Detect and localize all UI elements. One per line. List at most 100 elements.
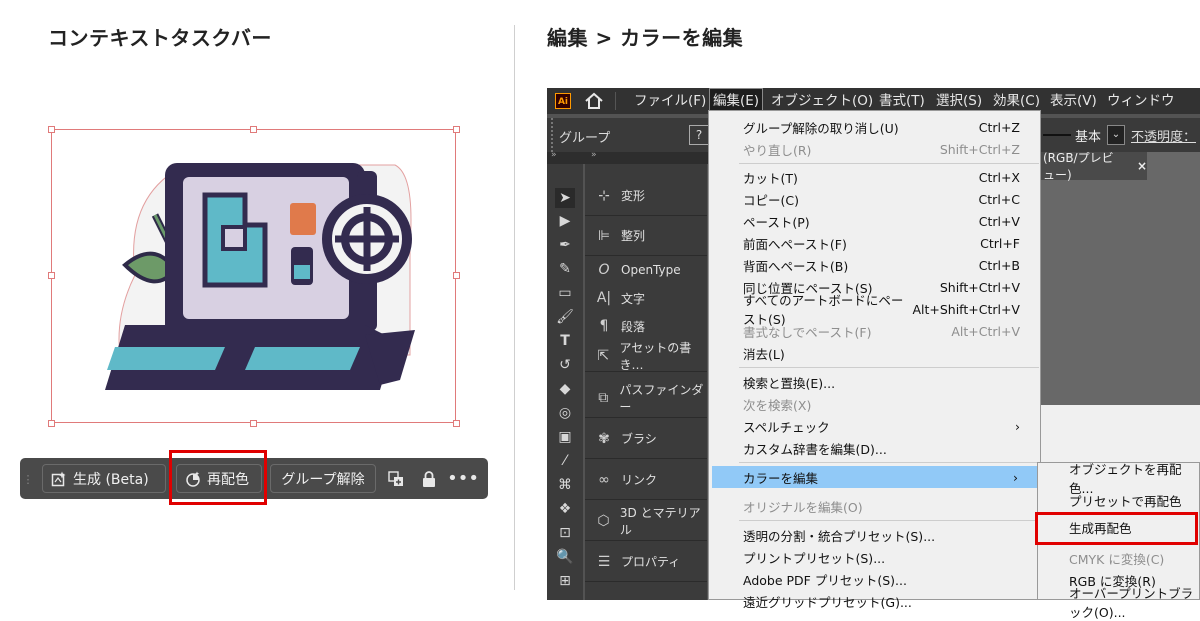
menu-edit-custom-dictionary[interactable]: カスタム辞書を編集(D)... xyxy=(709,437,1040,459)
3d-cube-icon: ⬡ xyxy=(597,512,610,529)
group-objects-icon[interactable] xyxy=(386,469,406,489)
document-tab-title: (RGB/プレビュー) xyxy=(1043,151,1114,182)
more-options-icon[interactable]: ••• xyxy=(447,468,479,489)
menu-edit-original-label: オリジナルを編集(O) xyxy=(743,499,863,515)
resize-handle-bottom[interactable] xyxy=(250,420,257,427)
menu-copy-shortcut: Ctrl+C xyxy=(978,191,1020,207)
menu-paste[interactable]: ペースト(P) Ctrl+V xyxy=(709,210,1040,232)
menu-undo-ungroup[interactable]: グループ解除の取り消し(U) Ctrl+Z xyxy=(709,116,1040,138)
panel-align[interactable]: ⊫ 整列 xyxy=(585,216,707,256)
panel-brushes[interactable]: ✾ ブラシ xyxy=(585,419,707,459)
generate-sparkle-icon xyxy=(51,471,67,487)
menu-perspective-grid-presets[interactable]: 遠近グリッドプリセット(G)... xyxy=(709,590,1040,612)
menu-view[interactable]: 表示(V) xyxy=(1047,88,1100,114)
panel-properties[interactable]: ☰ プロパティ xyxy=(585,542,707,582)
lock-icon[interactable] xyxy=(419,469,439,489)
curvature-tool-icon[interactable]: ✎ xyxy=(555,259,575,279)
help-icon[interactable]: ? xyxy=(689,125,709,145)
resize-handle-bottom-left[interactable] xyxy=(48,420,55,427)
submenu-recolor-artwork[interactable]: オブジェクトを再配色... xyxy=(1038,462,1200,496)
eraser-tool-icon[interactable]: ◆ xyxy=(555,379,575,399)
menu-cut[interactable]: カット(T) Ctrl+X xyxy=(709,166,1040,188)
zoom-tool-icon[interactable]: 🔍 xyxy=(555,547,575,567)
artboard-tool-icon[interactable]: ⊡ xyxy=(555,523,575,543)
submenu-overprint-black[interactable]: オーバープリントブラック(O)... xyxy=(1038,586,1200,620)
submenu-convert-cmyk[interactable]: CMYK に変換(C) xyxy=(1038,547,1200,569)
divider xyxy=(514,25,515,590)
panel-pathfinder[interactable]: ⧉ パスファインダー xyxy=(585,378,707,418)
resize-handle-top[interactable] xyxy=(250,126,257,133)
control-bar-grip[interactable] xyxy=(551,118,557,152)
selection-tool-icon[interactable]: ➤ xyxy=(555,188,575,208)
recolor-highlight-box xyxy=(169,450,267,505)
collapse-toolbar-icon[interactable]: » xyxy=(551,150,557,160)
panel-character[interactable]: A| 文字 xyxy=(585,284,707,312)
menu-edit-colors[interactable]: カラーを編集 › xyxy=(712,466,1038,488)
stroke-preview xyxy=(1043,134,1071,136)
eyedropper-tool-icon[interactable]: ⁄ xyxy=(555,451,575,471)
menu-spelling[interactable]: スペルチェック › xyxy=(709,415,1040,437)
menu-redo[interactable]: やり直し(R) Shift+Ctrl+Z xyxy=(709,138,1040,160)
selection-bounding-box[interactable] xyxy=(51,129,456,423)
panel-3d-materials-label: 3D とマテリアル xyxy=(619,505,701,537)
lasso-tool-icon[interactable]: ◎ xyxy=(555,403,575,423)
submenu-recolor-with-preset[interactable]: プリセットで再配色 xyxy=(1038,489,1200,511)
resize-handle-top-right[interactable] xyxy=(453,126,460,133)
menu-print-presets[interactable]: プリントプリセット(S)... xyxy=(709,546,1040,568)
menu-file[interactable]: ファイル(F) xyxy=(631,88,709,114)
stroke-profile-value: 基本 xyxy=(1075,130,1102,145)
ungroup-button[interactable]: グループ解除 xyxy=(270,464,376,493)
menu-paste-without-formatting[interactable]: 書式なしでペースト(F) Alt+Ctrl+V xyxy=(709,320,1040,342)
close-tab-icon[interactable]: × xyxy=(1137,159,1147,173)
menu-separator xyxy=(739,520,1039,521)
menu-transparency-presets[interactable]: 透明の分割・統合プリセット(S)... xyxy=(709,524,1040,546)
direct-selection-tool-icon[interactable]: ▶ xyxy=(555,211,575,231)
generate-beta-button[interactable]: 生成 (Beta) xyxy=(42,464,166,493)
menu-undo-ungroup-shortcut: Ctrl+Z xyxy=(978,119,1020,135)
resize-handle-bottom-right[interactable] xyxy=(453,420,460,427)
resize-handle-right[interactable] xyxy=(453,272,460,279)
opacity-label[interactable]: 不透明度： xyxy=(1131,126,1196,145)
stroke-profile-dropdown-icon[interactable]: ⌄ xyxy=(1107,125,1125,145)
hand-tool-icon[interactable]: ⊞ xyxy=(555,571,575,591)
symbol-sprayer-tool-icon[interactable]: ❖ xyxy=(555,499,575,519)
document-canvas[interactable] xyxy=(1037,152,1200,405)
pen-tool-icon[interactable]: ✒ xyxy=(555,235,575,255)
resize-handle-left[interactable] xyxy=(48,272,55,279)
menu-pdf-presets[interactable]: Adobe PDF プリセット(S)... xyxy=(709,568,1040,590)
menu-spelling-label: スペルチェック xyxy=(743,419,830,435)
menu-paste-label: ペースト(P) xyxy=(743,214,810,230)
panel-paragraph[interactable]: ¶ 段落 xyxy=(585,312,707,340)
gradient-tool-icon[interactable]: ▣ xyxy=(555,427,575,447)
panel-transform[interactable]: ⊹ 変形 xyxy=(585,176,707,216)
menu-paste-in-front[interactable]: 前面へペースト(F) Ctrl+F xyxy=(709,232,1040,254)
brushes-icon: ✾ xyxy=(598,430,610,447)
type-tool-icon[interactable]: T xyxy=(555,331,575,351)
menu-copy[interactable]: コピー(C) Ctrl+C xyxy=(709,188,1040,210)
panel-links-label: リンク xyxy=(621,473,658,487)
panel-opentype[interactable]: O OpenType xyxy=(585,256,707,284)
collapse-panels-icon[interactable]: » xyxy=(591,150,597,160)
panels-dock: ⊹ 変形 ⊫ 整列 O OpenType A| 文字 ¶ 段落 ⇱ アセットの書き… ⧉ パス… xyxy=(585,164,707,600)
menu-find-next[interactable]: 次を検索(X) xyxy=(709,393,1040,415)
menu-paste-in-back[interactable]: 背面へペースト(B) Ctrl+B xyxy=(709,254,1040,276)
menu-find-replace[interactable]: 検索と置換(E)... xyxy=(709,371,1040,393)
paintbrush-tool-icon[interactable]: 🖌 xyxy=(555,307,575,327)
document-tab[interactable]: (RGB/プレビュー) × xyxy=(1037,151,1147,182)
menu-paste-all-artboards[interactable]: すべてのアートボードにペースト(S) Alt+Shift+Ctrl+V xyxy=(709,293,1040,327)
right-heading: 編集 > カラーを編集 xyxy=(547,26,744,50)
panel-3d-materials[interactable]: ⬡ 3D とマテリアル xyxy=(585,501,707,541)
rectangle-tool-icon[interactable]: ▭ xyxy=(555,283,575,303)
panel-links[interactable]: ∞ リンク xyxy=(585,460,707,500)
rotate-tool-icon[interactable]: ↺ xyxy=(555,355,575,375)
menu-window[interactable]: ウィンドウ(W) xyxy=(1104,88,1200,135)
resize-handle-top-left[interactable] xyxy=(48,126,55,133)
menu-clear[interactable]: 消去(L) xyxy=(709,342,1040,364)
menu-redo-shortcut: Shift+Ctrl+Z xyxy=(939,141,1020,157)
menu-clear-label: 消去(L) xyxy=(743,346,785,362)
menu-edit-original[interactable]: オリジナルを編集(O) xyxy=(709,495,1040,517)
shape-builder-tool-icon[interactable]: ⌘ xyxy=(555,475,575,495)
panel-asset-export[interactable]: ⇱ アセットの書き… xyxy=(585,340,707,372)
home-icon[interactable] xyxy=(584,92,604,114)
drag-grip-icon[interactable]: ⋮ xyxy=(23,470,34,488)
